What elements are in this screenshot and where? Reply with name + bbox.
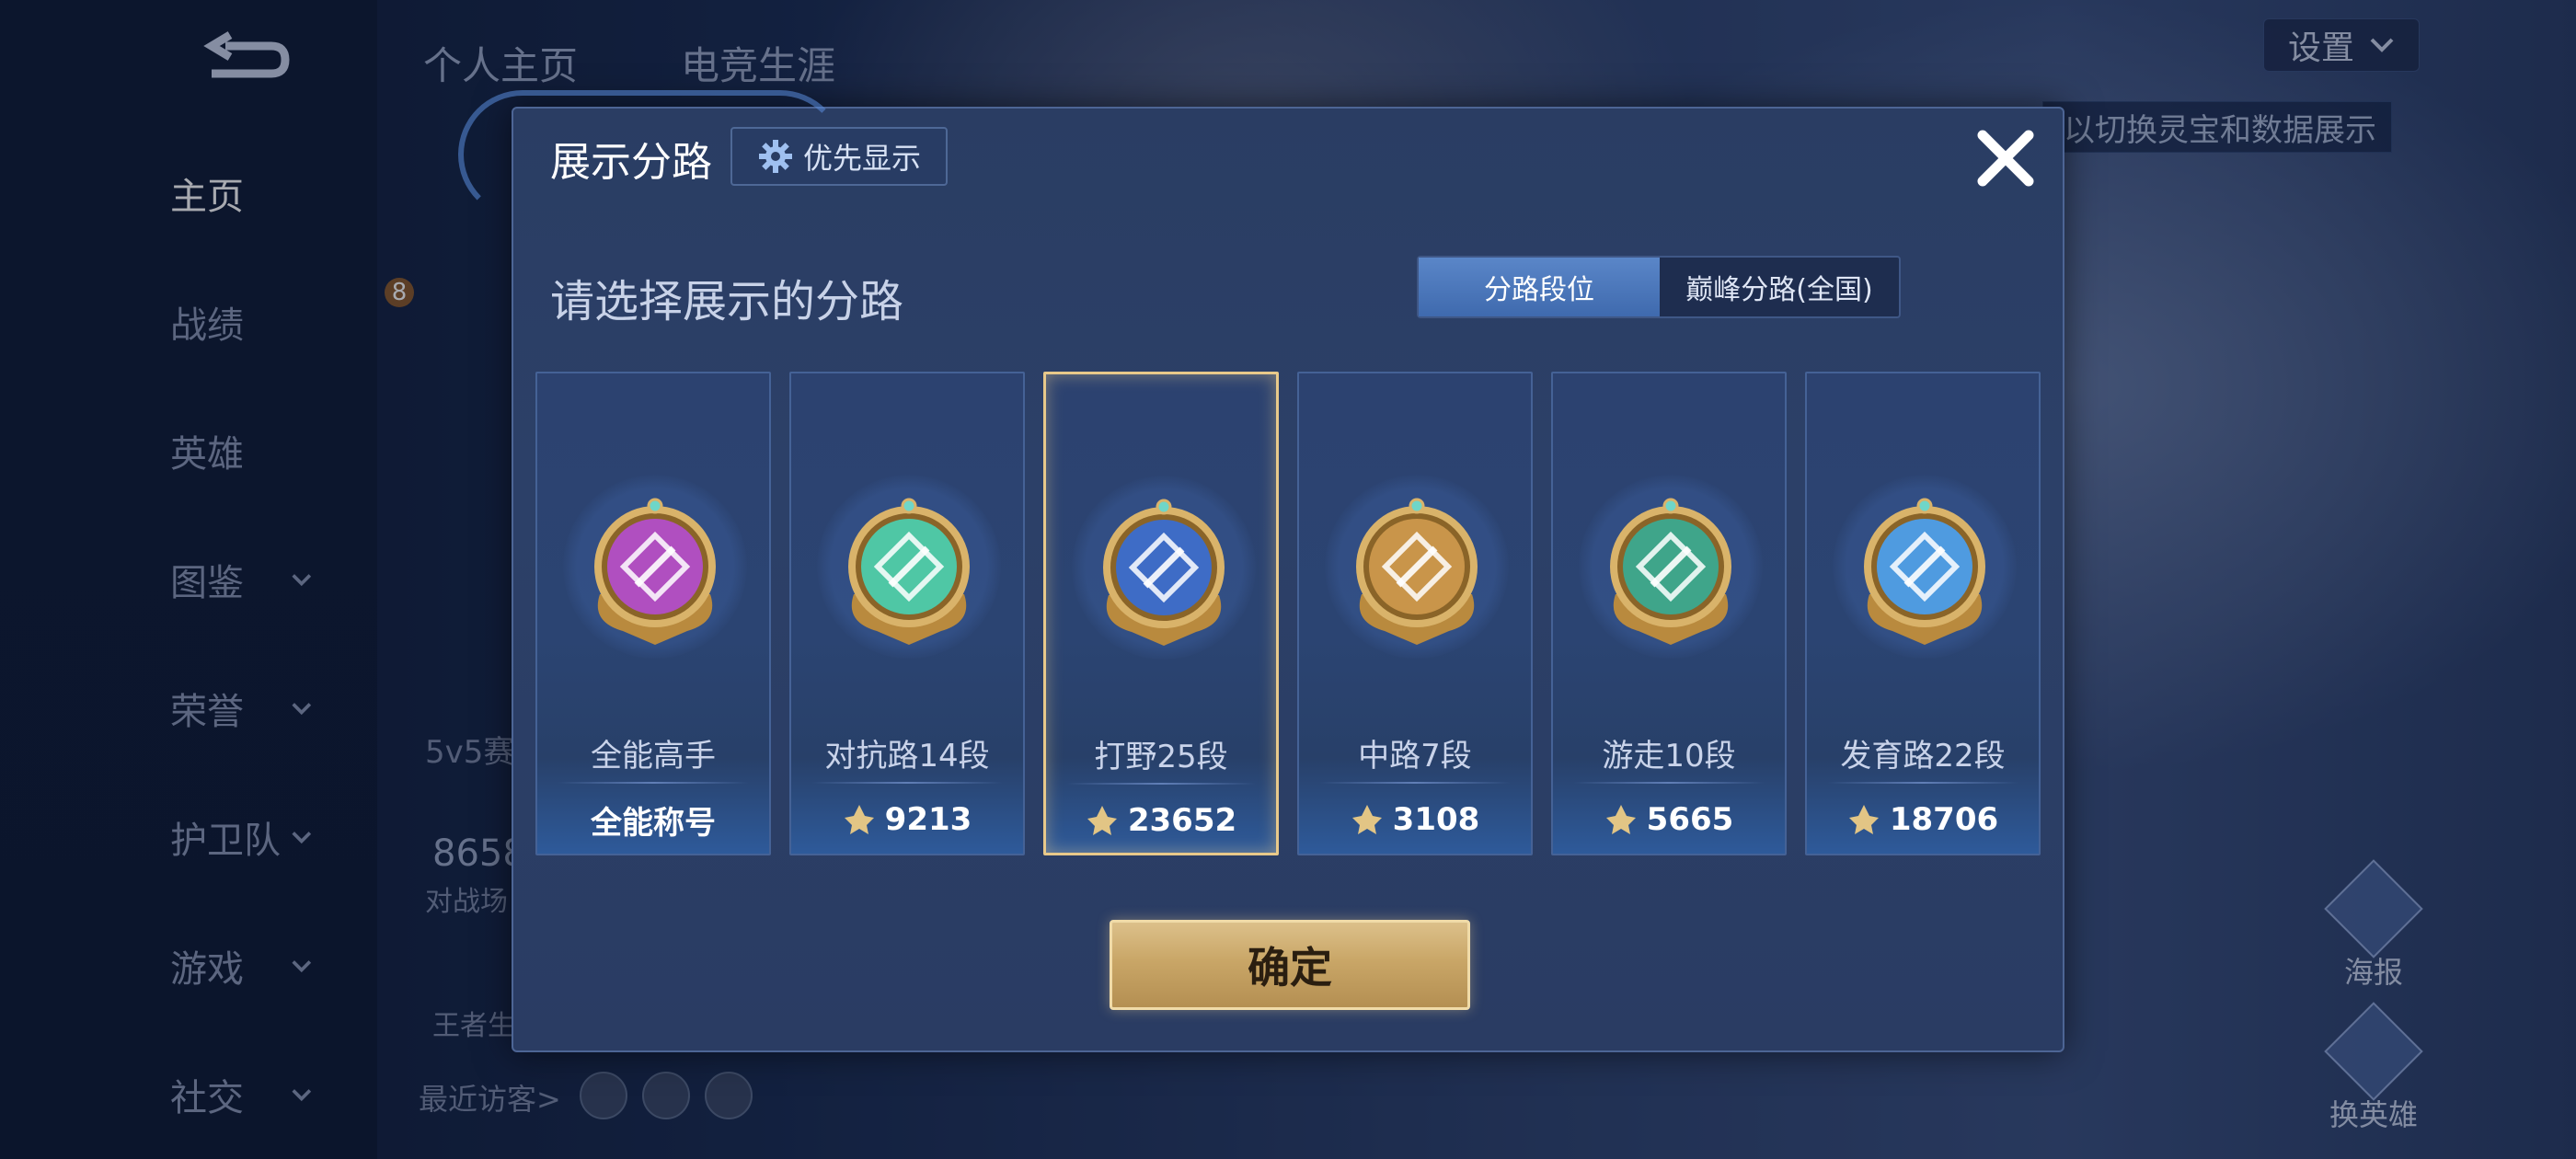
peak-points-icon [1605, 805, 1636, 834]
roam-icon [1610, 498, 1731, 645]
lane-score: 18706 [1807, 797, 2039, 843]
mid-lane-icon [1356, 498, 1478, 645]
confirm-button[interactable]: 确定 [1110, 920, 1470, 1010]
divider [1827, 782, 2018, 784]
lane-score: 9213 [791, 797, 1023, 843]
lane-rank-label: 发育路22段 [1840, 738, 2006, 775]
divider [1573, 782, 1765, 784]
lane-score-value: 5665 [1646, 801, 1734, 838]
farm-lane-icon [1864, 498, 1985, 645]
lane-type-toggle: 分路段位 巅峰分路(全国) [1417, 256, 1901, 318]
priority-display-button[interactable]: 优先显示 [730, 127, 948, 186]
dialog-title: 展示分路 [550, 139, 712, 186]
lane-score-value: 9213 [884, 801, 972, 838]
close-icon [1977, 130, 2034, 187]
lane-score: 3108 [1299, 797, 1531, 843]
lane-display-dialog: 展示分路 优先显示 请选择展示的分路 分路段位 巅峰分路(全国) 全能高手 全能… [458, 90, 2064, 1052]
divider [1066, 783, 1256, 785]
lane-card[interactable]: 游走10段 5665 [1551, 372, 1787, 855]
lane-rank-label: 游走10段 [1602, 738, 1736, 775]
priority-display-label: 优先显示 [802, 141, 921, 176]
dialog-subtitle: 请选择展示的分路 [550, 276, 904, 327]
lane-rank-label: 打野25段 [1094, 739, 1228, 775]
lane-score-value: 全能称号 [591, 804, 716, 842]
lane-card[interactable]: 发育路22段 18706 [1805, 372, 2041, 855]
jungle-icon [1103, 499, 1225, 646]
close-button[interactable] [1969, 121, 2042, 195]
divider [1319, 782, 1511, 784]
lane-rank-label: 对抗路14段 [824, 738, 990, 775]
toggle-peak-lane-national[interactable]: 巅峰分路(全国) [1660, 258, 1899, 316]
lane-rank-label: 全能高手 [591, 738, 716, 775]
lane-rank-label: 中路7段 [1358, 738, 1472, 775]
peak-points-icon [1848, 805, 1879, 834]
lane-card[interactable]: 对抗路14段 9213 [789, 372, 1025, 855]
peak-points-icon [1351, 805, 1382, 834]
lane-card[interactable]: 打野25段 23652 [1043, 372, 1279, 855]
gear-icon [758, 140, 792, 173]
lane-score-value: 3108 [1392, 801, 1480, 838]
divider [558, 782, 749, 784]
lane-score: 23652 [1046, 798, 1276, 843]
toggle-lane-rank[interactable]: 分路段位 [1419, 258, 1660, 316]
lane-score: 5665 [1553, 797, 1785, 843]
clash-lane-icon [848, 498, 970, 645]
peak-points-icon [844, 805, 874, 834]
allround-icon [594, 498, 716, 645]
peak-points-icon [1087, 806, 1117, 835]
lane-score-value: 23652 [1127, 802, 1237, 839]
lane-card[interactable]: 全能高手 全能称号 [535, 372, 771, 855]
lane-score-value: 18706 [1889, 801, 1999, 838]
divider [811, 782, 1003, 784]
lane-card[interactable]: 中路7段 3108 [1297, 372, 1533, 855]
lane-score: 全能称号 [537, 797, 769, 843]
